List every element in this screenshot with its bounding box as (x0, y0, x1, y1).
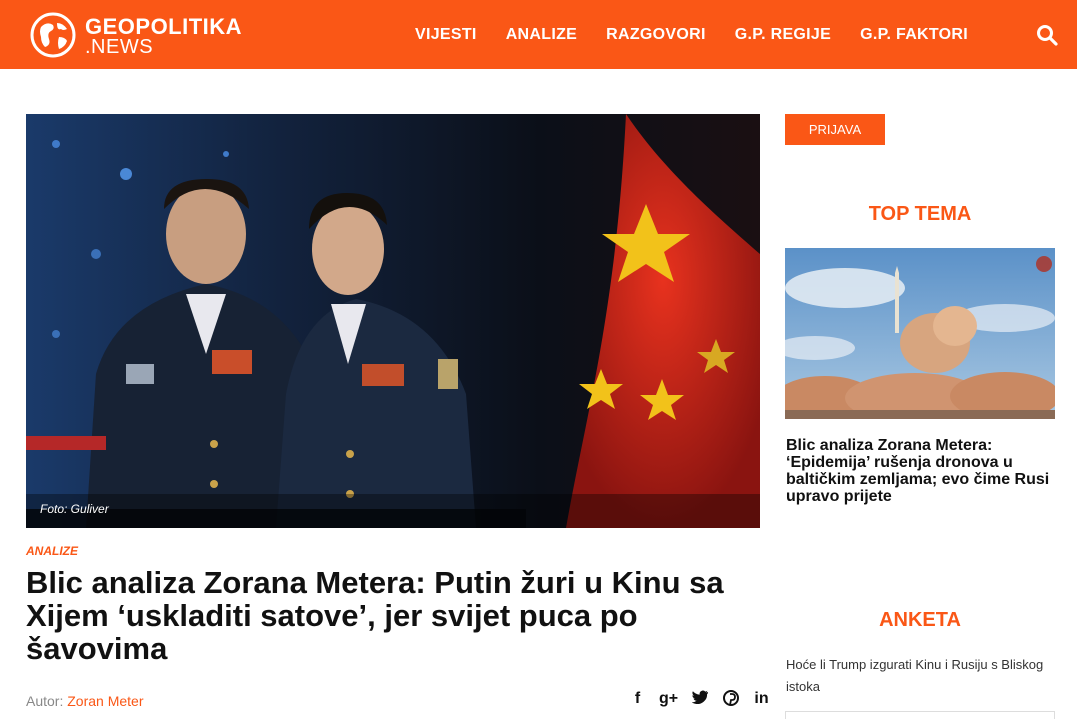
nav-item-vijesti[interactable]: VIJESTI (415, 26, 477, 44)
site-header: GEOPOLITIKA .NEWS VIJESTI ANALIZE RAZGOV… (0, 0, 1077, 69)
facebook-icon[interactable]: f (622, 690, 653, 711)
article-category[interactable]: ANALIZE (26, 544, 78, 558)
top-topic-image[interactable] (785, 248, 1055, 419)
twitter-icon[interactable] (684, 690, 715, 711)
poll-heading: ANKETA (879, 609, 961, 631)
poll-question: Hoće li Trump izgurati Kinu i Rusiju s B… (786, 657, 1044, 694)
nav-item-analize[interactable]: ANALIZE (506, 26, 577, 44)
search-icon[interactable] (1036, 24, 1058, 46)
article-title: Blic analiza Zorana Metera: Putin žuri u… (26, 565, 724, 666)
pinterest-icon[interactable] (715, 690, 746, 711)
photo-credit: Foto: Guliver (40, 502, 109, 516)
author-label: Autor: (26, 693, 64, 709)
poll-answer-box[interactable] (785, 711, 1055, 719)
top-topic-heading: TOP TEMA (868, 203, 972, 225)
main-nav: VIJESTI ANALIZE RAZGOVORI G.P. REGIJE G.… (400, 0, 997, 69)
author-link[interactable]: Zoran Meter (67, 693, 143, 709)
nav-item-gp-regije[interactable]: G.P. REGIJE (735, 26, 831, 44)
share-bar: f g+ in (622, 690, 777, 711)
nav-item-gp-faktori[interactable]: G.P. FAKTORI (860, 26, 968, 44)
article-author: Autor: Zoran Meter (26, 693, 144, 709)
top-topic-headline[interactable]: Blic analiza Zorana Metera: ‘Epidemija’ … (786, 437, 1056, 505)
globe-icon (30, 12, 76, 58)
logo-text-bottom: .NEWS (85, 36, 154, 58)
article-hero-image: Foto: Guliver (26, 114, 760, 528)
nav-item-razgovori[interactable]: RAZGOVORI (606, 26, 706, 44)
google-plus-icon[interactable]: g+ (653, 690, 684, 711)
site-logo[interactable]: GEOPOLITIKA .NEWS (29, 11, 259, 59)
hero-photo (26, 114, 760, 528)
rocket-launch-photo (785, 248, 1055, 419)
login-button[interactable]: PRIJAVA (785, 114, 885, 145)
linkedin-icon[interactable]: in (746, 690, 777, 711)
